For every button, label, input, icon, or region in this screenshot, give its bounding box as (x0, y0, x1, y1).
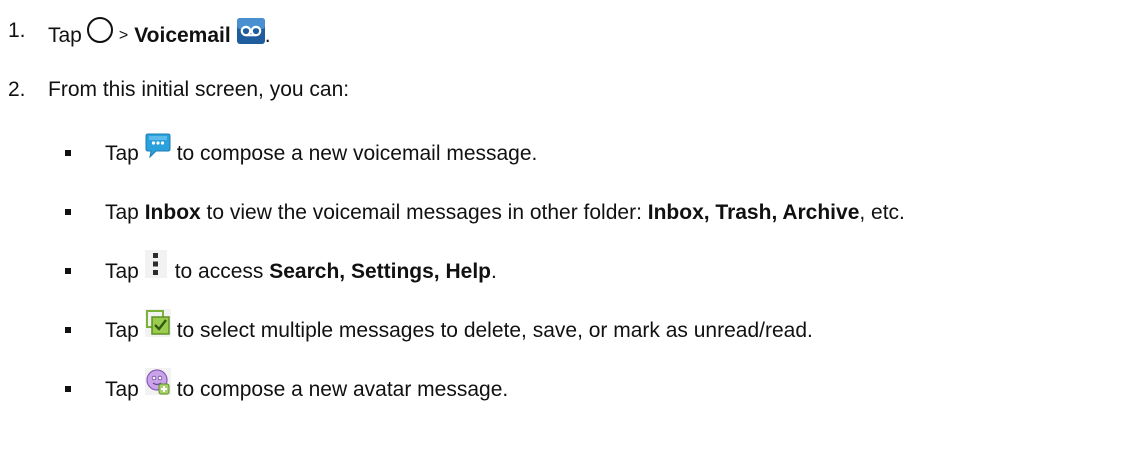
bullet-menu: Tap to access Search, Settings, Help . (105, 249, 497, 287)
voicemail-icon (236, 18, 265, 53)
step-1-tap: Tap (48, 23, 82, 47)
step-2-line: From this initial screen, you can: (48, 75, 349, 105)
bullet-menu-period: . (490, 260, 497, 283)
bullet-tap: Tap (105, 201, 139, 224)
bullet-inbox: Tap Inbox to view the voicemail messages… (105, 198, 905, 228)
bullet-tap: Tap (105, 378, 139, 401)
step-number-1: 1. (8, 19, 26, 42)
bullet-avatar: Tap to compose a new avatar message. (105, 368, 509, 405)
voicemail-label: Voicemail (134, 23, 231, 47)
avatar-compose-icon (144, 368, 171, 404)
bullet-tap: Tap (105, 319, 139, 342)
bullet-inbox-etc: , etc. (859, 201, 905, 224)
bullet-marker (65, 268, 71, 274)
step-1-line: Tap > Voicemail . (48, 16, 271, 55)
folder-list-label: Inbox, Trash, Archive (647, 201, 860, 224)
step-2-text: From this initial screen, you can: (48, 78, 350, 101)
bullet-marker (65, 327, 71, 333)
multi-select-icon (144, 308, 171, 346)
bullet-compose: Tap to compose a new voicemail message. (105, 133, 538, 169)
home-circle-icon (85, 16, 115, 55)
step-1-period: . (264, 23, 271, 47)
bullet-avatar-text: to compose a new avatar message. (170, 378, 509, 401)
bullet-inbox-text: to view the voicemail messages in other … (200, 201, 648, 224)
step-1-separator: > (118, 26, 129, 44)
menu-options-label: Search, Settings, Help (269, 260, 491, 283)
bullet-marker (65, 150, 71, 156)
compose-bubble-icon (145, 132, 171, 168)
bullet-compose-text: to compose a new voicemail message. (170, 142, 538, 165)
step-number-2: 2. (8, 78, 26, 101)
bullet-marker (65, 386, 71, 392)
bullet-multiselect-text: to select multiple messages to delete, s… (170, 319, 813, 342)
bullet-marker (65, 209, 71, 215)
bullet-multiselect: Tap to select multiple messages to delet… (105, 308, 813, 346)
bullet-menu-text: to access (168, 260, 270, 283)
bullet-tap: Tap (105, 142, 139, 165)
inbox-label: Inbox (144, 201, 201, 224)
bullet-tap: Tap (105, 260, 139, 283)
overflow-menu-icon (144, 249, 167, 287)
